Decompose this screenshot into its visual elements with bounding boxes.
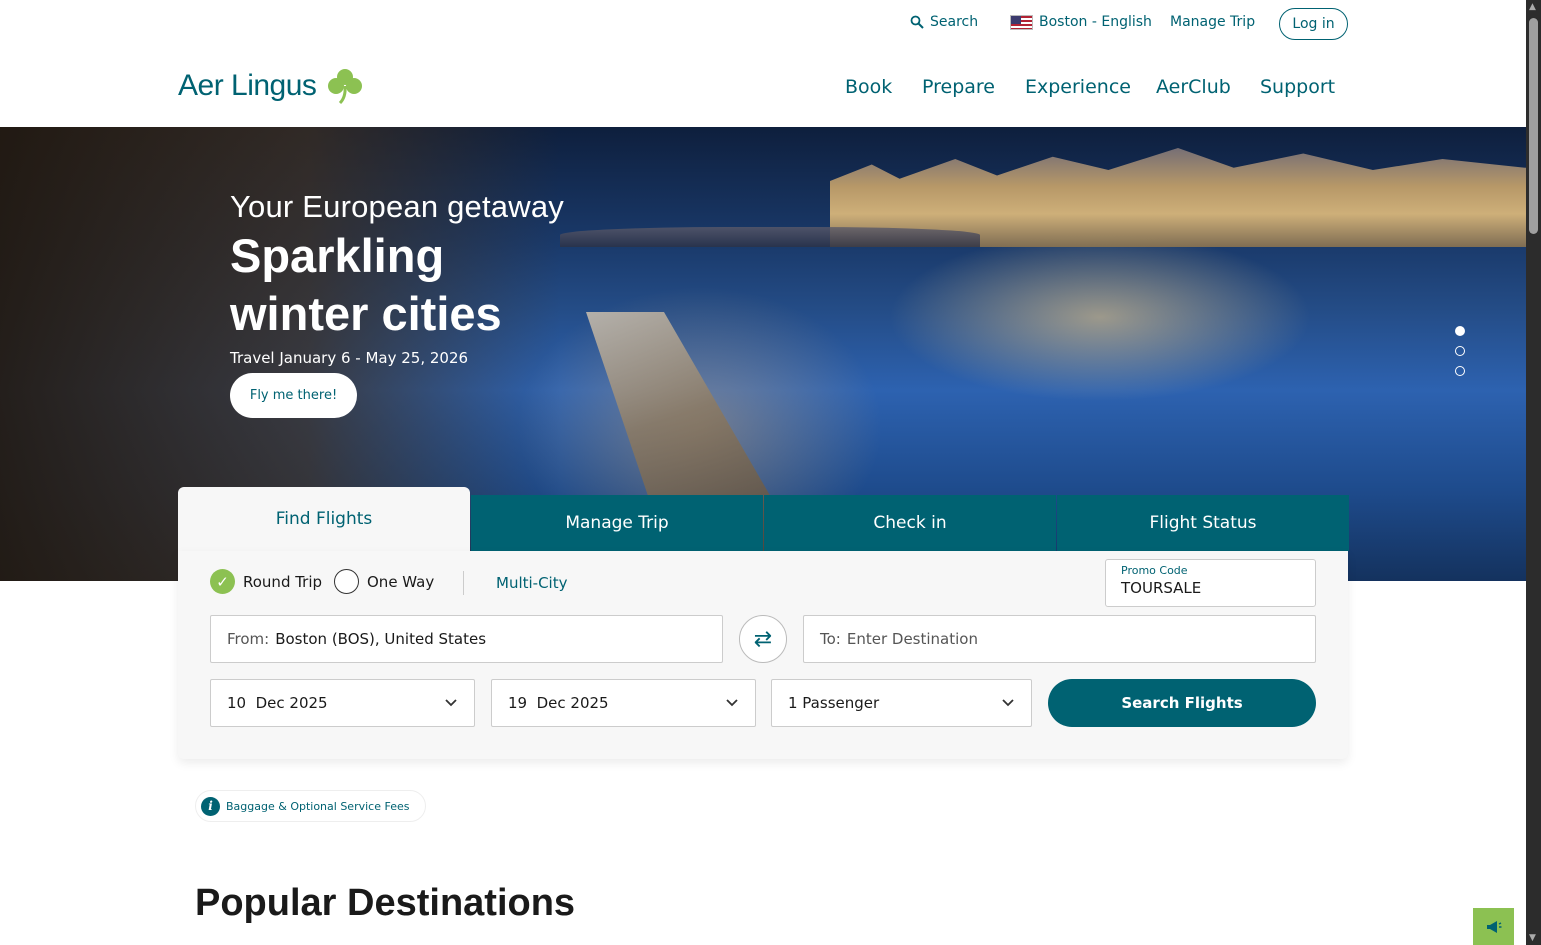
from-field[interactable]: From: Boston (BOS), United States (210, 615, 723, 663)
search-icon (910, 15, 924, 29)
utility-search-link[interactable]: Search (910, 14, 978, 30)
hero-kicker: Your European getaway (230, 189, 564, 224)
baggage-fees-link[interactable]: i Baggage & Optional Service Fees (195, 790, 427, 822)
scrollbar-thumb[interactable] (1529, 18, 1538, 234)
check-icon: ✓ (210, 569, 235, 594)
return-date-value: 19 Dec 2025 (508, 694, 609, 712)
one-way-option[interactable]: One Way (334, 569, 434, 594)
login-button[interactable]: Log in (1279, 8, 1348, 40)
tab-find-flights[interactable]: Find Flights (178, 487, 470, 551)
region-label: Boston - English (1039, 14, 1152, 30)
search-flights-button[interactable]: Search Flights (1048, 679, 1316, 727)
trip-type-divider (463, 571, 464, 595)
carousel-dots (1455, 326, 1465, 376)
chevron-down-icon (445, 699, 457, 707)
flight-search-form: ✓ Round Trip One Way Multi-City Promo Co… (178, 551, 1348, 759)
page-scrollbar[interactable]: ▲ ▼ (1526, 0, 1541, 945)
to-placeholder: Enter Destination (846, 630, 978, 648)
info-icon: i (201, 796, 220, 816)
chevron-down-icon (1002, 699, 1014, 707)
nav-aerclub[interactable]: AerClub (1156, 76, 1231, 98)
utility-bar: Search Boston - English Manage Trip Log … (0, 8, 1526, 40)
baggage-fees-label: Baggage & Optional Service Fees (226, 799, 410, 813)
hero-title: Sparkling winter cities (230, 227, 564, 343)
nav-book[interactable]: Book (845, 76, 892, 98)
carousel-dot-2[interactable] (1455, 346, 1465, 356)
promo-code-label: Promo Code (1121, 564, 1188, 577)
depart-date-value: 10 Dec 2025 (227, 694, 328, 712)
nav-experience[interactable]: Experience (1025, 76, 1131, 98)
passenger-select[interactable]: 1 Passenger (771, 679, 1032, 727)
tab-flight-status[interactable]: Flight Status (1057, 495, 1349, 551)
utility-manage-trip-link[interactable]: Manage Trip (1170, 14, 1255, 30)
region-language-selector[interactable]: Boston - English (1010, 14, 1152, 30)
hero-title-line-1: Sparkling (230, 229, 445, 282)
from-value: Boston (BOS), United States (275, 630, 487, 648)
hero-title-line-2: winter cities (230, 287, 502, 340)
carousel-dot-3[interactable] (1455, 366, 1465, 376)
depart-date-select[interactable]: 10 Dec 2025 (210, 679, 475, 727)
scroll-down-arrow-icon[interactable]: ▼ (1529, 933, 1536, 943)
booking-tabs: Find Flights Manage Trip Check in Flight… (178, 487, 1349, 551)
nav-prepare[interactable]: Prepare (922, 76, 995, 98)
utility-search-label: Search (930, 14, 979, 30)
hero-text-block: Your European getaway Sparkling winter c… (230, 189, 564, 367)
chevron-down-icon (726, 699, 738, 707)
fly-me-there-button[interactable]: Fly me there! (230, 373, 357, 418)
passenger-value: 1 Passenger (788, 694, 880, 712)
one-way-label: One Way (367, 572, 435, 591)
tab-manage-trip[interactable]: Manage Trip (471, 495, 763, 551)
to-field[interactable]: To: Enter Destination (803, 615, 1316, 663)
tab-check-in[interactable]: Check in (764, 495, 1056, 551)
round-trip-option[interactable]: ✓ Round Trip (210, 569, 322, 594)
popular-destinations-heading: Popular Destinations (195, 882, 576, 924)
promo-code-field[interactable]: Promo Code TOURSALE (1105, 559, 1316, 607)
us-flag-icon (1010, 14, 1033, 30)
scroll-up-arrow-icon[interactable]: ▲ (1529, 2, 1536, 12)
carousel-dot-1[interactable] (1455, 326, 1465, 336)
main-navigation: Book Prepare Experience AerClub Support (0, 76, 1526, 104)
from-prefix: From: (227, 630, 270, 648)
radio-empty-icon (334, 569, 359, 594)
hero-image-bridge (560, 227, 980, 247)
to-prefix: To: (820, 630, 841, 648)
nav-support[interactable]: Support (1260, 76, 1335, 98)
feedback-button[interactable] (1473, 908, 1514, 945)
multi-city-link[interactable]: Multi-City (496, 574, 567, 592)
return-date-select[interactable]: 19 Dec 2025 (491, 679, 756, 727)
round-trip-label: Round Trip (243, 572, 323, 591)
swap-icon[interactable]: ⇄ (739, 615, 787, 663)
hero-subtitle: Travel January 6 - May 25, 2026 (230, 349, 469, 367)
megaphone-icon (1486, 920, 1501, 933)
promo-code-value: TOURSALE (1121, 579, 1202, 597)
